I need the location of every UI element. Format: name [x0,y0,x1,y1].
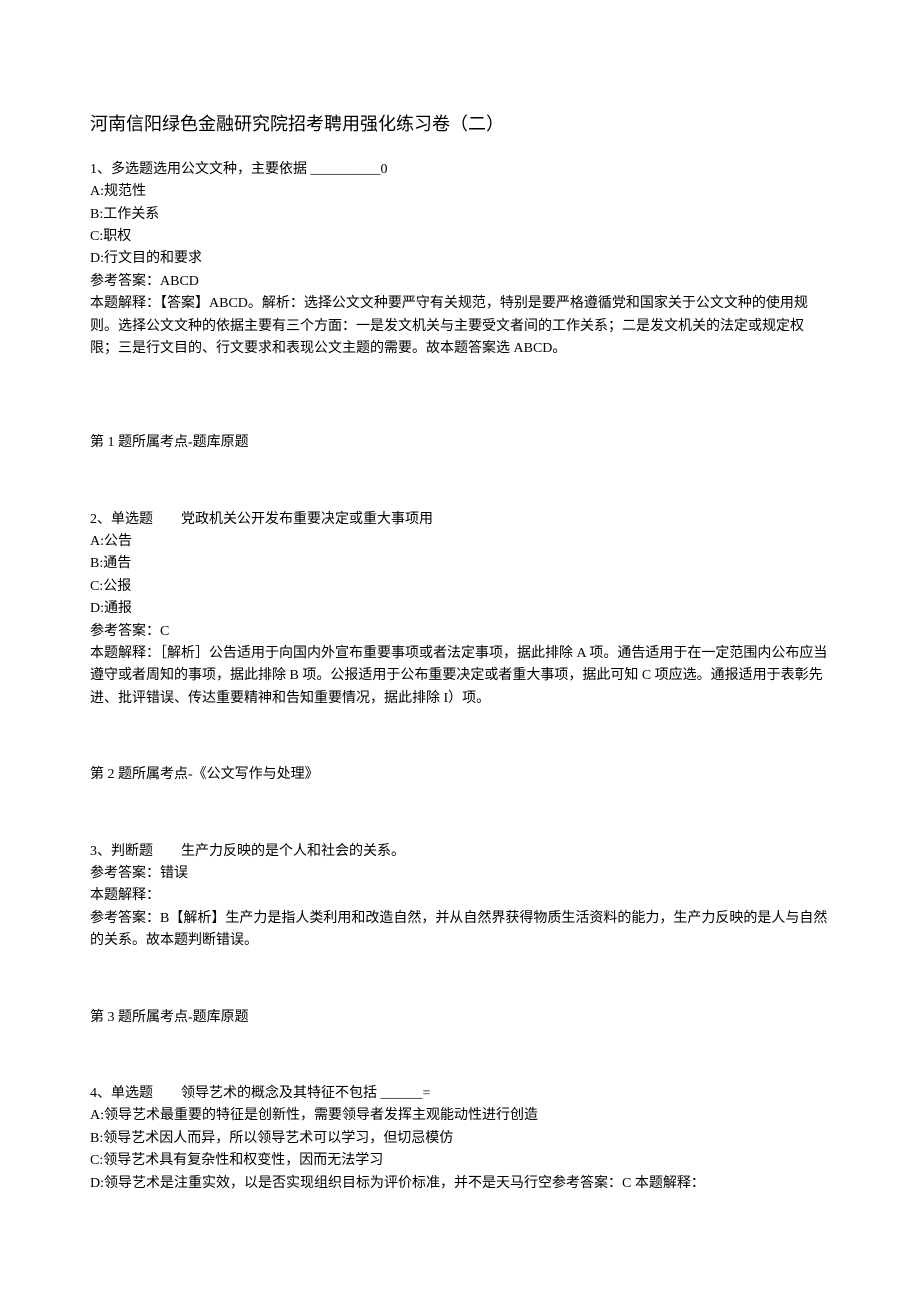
option-d: D:行文目的和要求 [90,248,830,270]
question-header: 3、判断题 生产力反映的是个人和社会的关系。 [90,841,830,863]
document-page: 河南信阳绿色金融研究院招考聘用强化练习卷（二） 1、多选题选用公文文种，主要依据… [0,0,920,1301]
answer-line: 参考答案：ABCD [90,271,830,293]
option-b: B:通告 [90,553,830,575]
option-a: A:领导艺术最重要的特征是创新性，需要领导者发挥主观能动性进行创造 [90,1105,830,1127]
question-block: 1、多选题选用公文文种，主要依据 __________0 A:规范性 B:工作关… [90,159,830,361]
explanation-text: 参考答案：B【解析】生产力是指人类利用和改造自然，并从自然界获得物质生活资料的能… [90,908,830,953]
question-block: 3、判断题 生产力反映的是个人和社会的关系。 参考答案：错误 本题解释： 参考答… [90,841,830,953]
option-d: D:领导艺术是注重实效，以是否实现组织目标为评价标准，并不是天马行空参考答案：C… [90,1173,830,1195]
explanation-text: 本题解释：【答案】ABCD。解析：选择公文文种要严守有关规范，特别是要严格遵循党… [90,293,830,360]
spacer [90,728,830,764]
answer-line: 参考答案：C [90,621,830,643]
question-block: 4、单选题 领导艺术的概念及其特征不包括 ______= A:领导艺术最重要的特… [90,1083,830,1195]
question-header: 1、多选题选用公文文种，主要依据 __________0 [90,159,830,181]
spacer [90,971,830,1007]
option-c: C:职权 [90,226,830,248]
option-d: D:通报 [90,598,830,620]
question-header: 4、单选题 领导艺术的概念及其特征不包括 ______= [90,1083,830,1105]
document-title: 河南信阳绿色金融研究院招考聘用强化练习卷（二） [90,110,830,139]
topic-line: 第 1 题所属考点-题库原题 [90,432,830,454]
option-c: C:领导艺术具有复杂性和权变性，因而无法学习 [90,1150,830,1172]
explanation-text: 本题解释：［解析］公告适用于向国内外宣布重要事项或者法定事项，据此排除 A 项。… [90,643,830,710]
question-header: 2、单选题 党政机关公开发布重要决定或重大事项用 [90,509,830,531]
topic-line: 第 3 题所属考点-题库原题 [90,1007,830,1029]
option-c: C:公报 [90,576,830,598]
topic-line: 第 2 题所属考点-《公文写作与处理》 [90,764,830,786]
spacer [90,787,830,841]
question-block: 2、单选题 党政机关公开发布重要决定或重大事项用 A:公告 B:通告 C:公报 … [90,509,830,711]
spacer [90,378,830,432]
answer-line: 参考答案：错误 [90,863,830,885]
explanation-label: 本题解释： [90,885,830,907]
spacer [90,455,830,509]
option-b: B:领导艺术因人而异，所以领导艺术可以学习，但切忌模仿 [90,1128,830,1150]
option-a: A:规范性 [90,181,830,203]
option-a: A:公告 [90,531,830,553]
option-b: B:工作关系 [90,204,830,226]
spacer [90,1029,830,1083]
